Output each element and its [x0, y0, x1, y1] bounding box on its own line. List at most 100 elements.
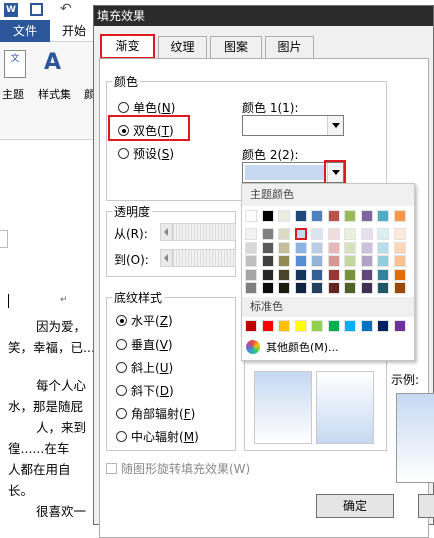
theme-icon[interactable]: 文 — [4, 50, 26, 78]
theme-color-swatch[interactable] — [360, 241, 373, 254]
standard-color-swatch[interactable] — [393, 320, 406, 332]
checkbox-box[interactable] — [106, 463, 117, 474]
tab-picture[interactable]: 图片 — [265, 36, 314, 58]
radio-dot[interactable] — [116, 315, 127, 326]
standard-color-swatch[interactable] — [344, 320, 356, 332]
chevron-down-icon[interactable] — [327, 116, 343, 135]
theme-color-swatch[interactable] — [360, 210, 373, 222]
theme-color-swatch[interactable] — [311, 241, 323, 254]
theme-color-swatch[interactable] — [278, 228, 290, 240]
more-colors-item[interactable]: 其他颜色(M)... — [246, 339, 339, 355]
theme-color-swatch[interactable] — [377, 255, 389, 267]
radio-horizontal[interactable]: 水平(Z) — [116, 312, 173, 329]
tab-texture[interactable]: 纹理 — [158, 36, 207, 58]
standard-color-swatch[interactable] — [360, 320, 373, 332]
radio-diagonal-up[interactable]: 斜上(U) — [116, 359, 173, 376]
theme-color-swatch[interactable] — [294, 268, 307, 281]
theme-color-swatch[interactable] — [278, 210, 290, 222]
theme-color-swatch[interactable] — [311, 282, 323, 294]
radio-dot[interactable] — [116, 385, 127, 396]
standard-color-swatch[interactable] — [294, 320, 307, 332]
theme-color-swatch[interactable] — [327, 228, 340, 240]
standard-color-swatch[interactable] — [327, 320, 340, 332]
theme-color-swatch[interactable] — [377, 282, 389, 294]
theme-color-swatch[interactable] — [393, 228, 406, 240]
theme-color-swatch[interactable] — [278, 241, 290, 254]
theme-color-swatch[interactable] — [245, 282, 257, 294]
theme-color-swatch[interactable] — [344, 241, 356, 254]
theme-color-swatch[interactable] — [311, 268, 323, 281]
standard-color-swatch[interactable] — [311, 320, 323, 332]
theme-color-swatch[interactable] — [294, 255, 307, 267]
standard-color-swatch[interactable] — [245, 320, 257, 332]
theme-color-swatch[interactable] — [261, 210, 274, 222]
theme-color-swatch-selected[interactable] — [294, 228, 307, 240]
theme-color-swatch[interactable] — [311, 210, 323, 222]
color1-dropdown[interactable] — [242, 115, 344, 136]
variant-2[interactable] — [316, 371, 374, 444]
theme-color-swatch[interactable] — [393, 268, 406, 281]
radio-preset[interactable]: 预设(S) — [118, 145, 174, 162]
theme-color-swatch[interactable] — [327, 282, 340, 294]
cancel-button[interactable] — [418, 494, 434, 518]
tab-file[interactable]: 文件 — [0, 20, 50, 42]
radio-dot[interactable] — [116, 408, 127, 419]
theme-color-swatch[interactable] — [278, 268, 290, 281]
from-slider[interactable] — [160, 223, 236, 241]
theme-color-swatch[interactable] — [377, 210, 389, 222]
radio-one-color[interactable]: 单色(N) — [118, 99, 175, 116]
theme-color-swatch[interactable] — [377, 228, 389, 240]
tab-home[interactable]: 开始 — [62, 20, 86, 42]
theme-color-swatch[interactable] — [278, 255, 290, 267]
ok-button[interactable]: 确定 — [316, 494, 394, 518]
radio-dot[interactable] — [118, 148, 129, 159]
theme-color-swatch[interactable] — [294, 241, 307, 254]
slider-left-icon[interactable] — [161, 250, 173, 266]
theme-color-swatch[interactable] — [344, 255, 356, 267]
theme-color-swatch[interactable] — [245, 210, 257, 222]
theme-color-swatch[interactable] — [360, 268, 373, 281]
theme-color-swatch[interactable] — [327, 268, 340, 281]
theme-color-swatch[interactable] — [327, 255, 340, 267]
radio-dot[interactable] — [118, 102, 129, 113]
theme-color-swatch[interactable] — [344, 282, 356, 294]
variant-1[interactable] — [254, 371, 312, 444]
tab-gradient[interactable]: 渐变 — [100, 34, 155, 59]
theme-color-swatch[interactable] — [261, 282, 274, 294]
radio-diagonal-down[interactable]: 斜下(D) — [116, 382, 174, 399]
rotate-fill-checkbox[interactable]: 随图形旋转填充效果(W) — [106, 460, 250, 477]
theme-color-swatch[interactable] — [344, 228, 356, 240]
theme-color-swatch[interactable] — [261, 268, 274, 281]
theme-color-swatch[interactable] — [294, 210, 307, 222]
standard-color-swatch[interactable] — [278, 320, 290, 332]
theme-color-swatch[interactable] — [311, 228, 323, 240]
theme-color-swatch[interactable] — [377, 268, 389, 281]
theme-color-swatch[interactable] — [245, 241, 257, 254]
standard-color-swatch[interactable] — [261, 320, 274, 332]
to-slider[interactable] — [160, 249, 236, 267]
theme-color-swatch[interactable] — [261, 255, 274, 267]
theme-color-swatch[interactable] — [344, 268, 356, 281]
theme-color-swatch[interactable] — [360, 228, 373, 240]
theme-color-swatch[interactable] — [245, 255, 257, 267]
radio-dot[interactable] — [116, 362, 127, 373]
tab-pattern[interactable]: 图案 — [210, 36, 262, 58]
theme-color-swatch[interactable] — [393, 282, 406, 294]
theme-color-swatch[interactable] — [327, 241, 340, 254]
standard-color-swatch[interactable] — [377, 320, 389, 332]
theme-color-swatch[interactable] — [261, 228, 274, 240]
radio-dot[interactable] — [116, 431, 127, 442]
theme-color-swatch[interactable] — [393, 241, 406, 254]
theme-color-swatch[interactable] — [245, 228, 257, 240]
theme-color-swatch[interactable] — [278, 282, 290, 294]
radio-from-center[interactable]: 中心辐射(M) — [116, 428, 199, 445]
radio-from-corner[interactable]: 角部辐射(F) — [116, 405, 195, 422]
theme-color-swatch[interactable] — [311, 255, 323, 267]
theme-color-swatch[interactable] — [360, 255, 373, 267]
theme-color-swatch[interactable] — [245, 268, 257, 281]
ribbon-theme-label[interactable]: 主题 — [2, 86, 24, 102]
theme-color-swatch[interactable] — [393, 210, 406, 222]
theme-color-swatch[interactable] — [360, 282, 373, 294]
theme-color-swatch[interactable] — [294, 282, 307, 294]
undo-icon[interactable]: ↶ — [60, 1, 72, 17]
